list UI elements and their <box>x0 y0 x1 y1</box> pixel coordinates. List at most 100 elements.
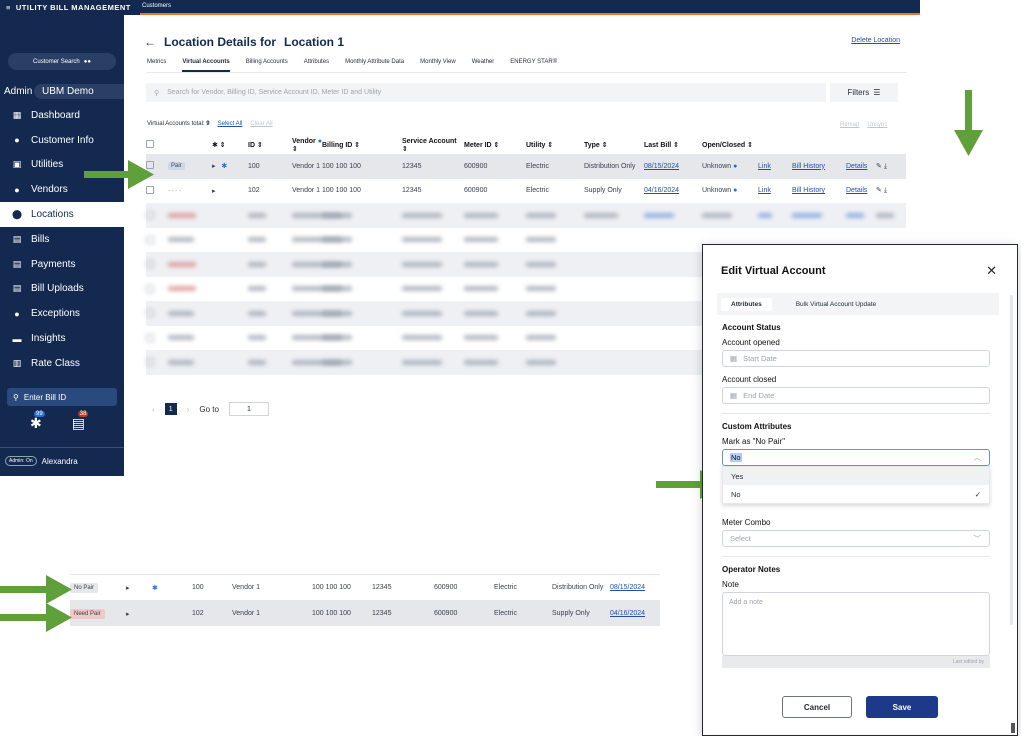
end-date-field[interactable]: ▦ End Date <box>722 387 990 404</box>
bills-icon: ▤ <box>12 233 22 244</box>
details-link[interactable]: Details <box>846 187 876 194</box>
table-row[interactable]: - - - - ▸ 102 Vendor 1 100 100 100 12345… <box>146 179 906 204</box>
header-open-closed[interactable]: Open/Closed ⇕ <box>702 141 792 149</box>
tag-cell: Need Pair <box>70 608 126 619</box>
cell-last-bill[interactable]: 04/16/2024 <box>644 187 702 194</box>
link-link[interactable]: Link <box>758 163 792 170</box>
unsync-link[interactable]: Unsync <box>867 122 887 128</box>
dashboard-icon: ▦ <box>12 109 22 120</box>
table-row[interactable]: Need Pair ▸ 102 Vendor 1 100 100 100 123… <box>70 600 660 626</box>
option-no[interactable]: No ✓ <box>723 485 989 503</box>
expand-icon[interactable]: ▸ ✱ <box>212 162 248 170</box>
tab-monthly-attribute-data[interactable]: Monthly Attribute Data <box>345 59 404 72</box>
remap-link[interactable]: Remap <box>840 122 859 128</box>
edit-pencil-icon[interactable]: ✎ <box>876 163 882 170</box>
clear-all-link[interactable]: Clear All <box>250 121 272 127</box>
back-arrow-icon[interactable]: ← <box>144 35 156 49</box>
sidebar-item-insights[interactable]: ▬ Insights <box>0 326 124 351</box>
cell-billing-id: 100 100 100 <box>322 187 361 195</box>
select-all-link[interactable]: Select All <box>218 121 243 127</box>
sidebar-item-rate-class[interactable]: ▥ Rate Class <box>0 351 124 376</box>
header-last-bill[interactable]: Last Bill ⇕ <box>644 141 702 149</box>
cancel-button[interactable]: Cancel <box>782 696 852 718</box>
save-button[interactable]: Save <box>866 696 938 718</box>
expand-icon[interactable]: ▸ <box>126 584 152 592</box>
tab-monthly-view[interactable]: Monthly View <box>420 59 456 72</box>
resize-handle[interactable] <box>1011 723 1015 733</box>
cell-last-bill[interactable]: 04/16/2024 <box>610 610 650 617</box>
tab-attributes[interactable]: Attributes <box>304 59 329 72</box>
filters-button[interactable]: Filters ☰ <box>830 83 898 102</box>
header-billing-id[interactable]: Billing ID ⇕ <box>322 141 402 149</box>
prev-page-icon[interactable]: ‹ <box>152 405 155 414</box>
brand-logo[interactable]: ≡ UTILITY BILL MANAGEMENT <box>0 0 140 15</box>
header-utility[interactable]: Utility ⇕ <box>526 141 584 149</box>
table-row[interactable]: No Pair ▸ ✱ 100 Vendor 1 100 100 100 123… <box>70 574 660 600</box>
tab-attributes[interactable]: Attributes <box>721 297 772 311</box>
breadcrumb[interactable]: Customers <box>142 3 171 9</box>
bill-history-link[interactable]: Bill History <box>792 187 846 194</box>
select-all-checkbox[interactable] <box>146 140 168 150</box>
row-actions: ✎ ⤓ <box>876 162 906 171</box>
sidebar-item-payments[interactable]: ▤ Payments <box>0 252 124 277</box>
sidebar-item-dashboard[interactable]: ▦ Dashboard <box>0 103 124 128</box>
start-date-field[interactable]: ▦ Start Date <box>722 350 990 367</box>
header-service-account[interactable]: Service Account ⇕ <box>402 138 464 153</box>
search-input[interactable]: ⚲ Search for Vendor, Billing ID, Service… <box>146 83 826 102</box>
header-meter-id[interactable]: Meter ID ⇕ <box>464 141 526 149</box>
admin-toggle[interactable]: Admin: On <box>5 456 37 466</box>
expand-icon[interactable]: ▸ <box>212 187 248 195</box>
header-vendor[interactable]: Vendor ● ⇕ <box>292 138 322 153</box>
no-pair-select[interactable]: No ︿ <box>722 449 990 466</box>
edit-pencil-icon[interactable]: ✎ <box>876 187 882 194</box>
customer-search-button[interactable]: Customer Search ●● <box>8 53 116 70</box>
header-star[interactable]: ✱ ⇕ <box>212 141 248 149</box>
org-switcher[interactable]: Admin UBM Demo <box>0 83 124 99</box>
download-icon[interactable]: ⤓ <box>884 163 887 170</box>
table-row-blurred[interactable] <box>146 203 906 228</box>
page-current[interactable]: 1 <box>164 403 177 415</box>
next-page-icon[interactable]: › <box>187 405 190 414</box>
bill-history-link[interactable]: Bill History <box>792 163 846 170</box>
sidebar-item-customer-info[interactable]: ● Customer Info <box>0 128 124 153</box>
org-name[interactable]: UBM Demo <box>34 83 124 99</box>
sidebar-item-exceptions[interactable]: ● Exceptions <box>0 301 124 326</box>
modal-title: Edit Virtual Account <box>721 265 826 277</box>
option-label: No <box>731 489 741 499</box>
user-footer[interactable]: Admin: On Alexandra <box>0 447 124 474</box>
payments-icon: ▤ <box>12 258 22 269</box>
delete-location-link[interactable]: Delete Location <box>851 37 900 44</box>
download-icon[interactable]: ⤓ <box>884 187 887 194</box>
details-link[interactable]: Details <box>846 163 876 170</box>
cell-last-bill[interactable]: 08/15/2024 <box>610 584 650 591</box>
goto-input[interactable]: 1 <box>228 402 269 416</box>
tab-weather[interactable]: Weather <box>472 59 495 72</box>
header-type[interactable]: Type ⇕ <box>584 141 644 149</box>
bill-shortcut[interactable]: ▤ 38 <box>72 411 89 432</box>
tab-energy-star[interactable]: ENERGY STAR® <box>510 59 557 72</box>
modal-body: Attributes Bulk Virtual Account Update A… <box>717 293 999 677</box>
note-textarea[interactable]: Add a note <box>722 592 990 656</box>
tab-virtual-accounts[interactable]: Virtual Accounts <box>182 59 230 72</box>
expand-icon[interactable]: ▸ <box>126 610 152 618</box>
option-yes[interactable]: Yes <box>723 467 989 485</box>
sidebar-item-label: Dashboard <box>31 109 80 121</box>
sidebar-item-locations[interactable]: ⬤ Locations <box>0 202 124 227</box>
cell-last-bill[interactable]: 08/15/2024 <box>644 163 702 170</box>
tab-bulk-update[interactable]: Bulk Virtual Account Update <box>786 298 886 311</box>
sidebar-item-bill-uploads[interactable]: ▤ Bill Uploads <box>0 277 124 302</box>
asterisk-icon: ✱ <box>30 415 42 431</box>
modal-scrollbar[interactable] <box>1010 295 1013 625</box>
bill-id-search[interactable]: ⚲ Enter Bill ID <box>7 388 117 406</box>
table-row[interactable]: Pair ▸ ✱ 100 Vendor 1 100 100 100 12345 … <box>146 154 906 179</box>
link-link[interactable]: Link <box>758 187 792 194</box>
asterisk-shortcut[interactable]: ✱ 99 <box>30 411 45 432</box>
tab-metrics[interactable]: Metrics <box>147 59 166 72</box>
tab-billing-accounts[interactable]: Billing Accounts <box>246 59 288 72</box>
sidebar-item-bills[interactable]: ▤ Bills <box>0 227 124 252</box>
filters-label: Filters <box>847 88 870 97</box>
close-icon[interactable]: ✕ <box>986 263 997 279</box>
header-id[interactable]: ID ⇕ <box>248 141 292 149</box>
cell-vendor: Vendor 1 <box>232 584 261 591</box>
meter-combo-select[interactable]: Select ﹀ <box>722 530 990 547</box>
